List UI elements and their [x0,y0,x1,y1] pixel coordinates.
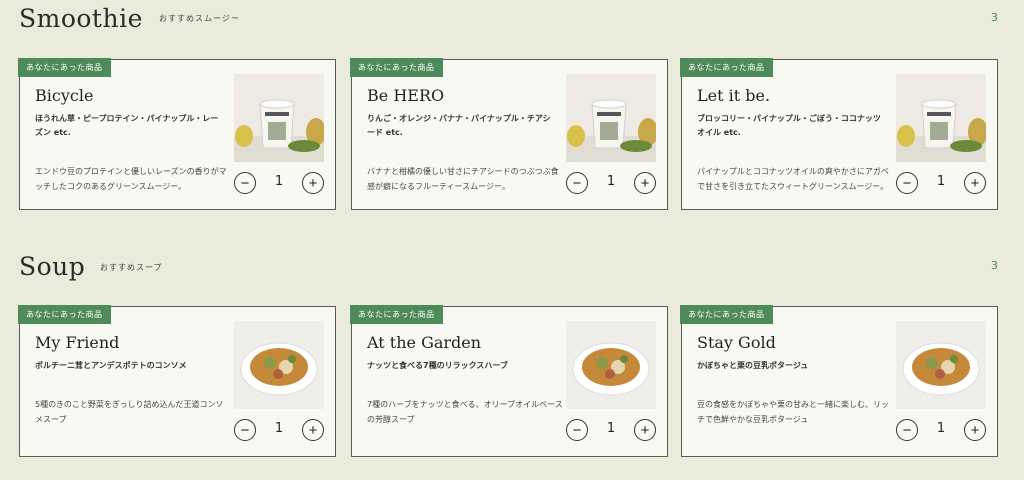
product-image[interactable] [234,321,324,409]
product-ingredients: ほうれん草・ピープロテイン・パイナップル・レーズン etc. [35,114,219,137]
product-description: パイナップルとココナッツオイルの爽やかさにアガベで甘さを引き立てたスウィートグリ… [697,167,889,191]
plus-icon: + [970,174,980,192]
quantity-value: 1 [606,421,616,436]
product-description: エンドウ豆のプロテインと優しいレーズンの香りがマッチしたコクのあるグリーンスムー… [35,167,227,191]
product-ingredients: かぼちゃと栗の豆乳ポタージュ [697,361,809,370]
product-image[interactable] [566,74,656,162]
minus-icon: − [240,174,250,192]
decrease-button[interactable]: − [566,172,588,194]
decrease-button[interactable]: − [234,419,256,441]
quantity-stepper: − 1 + [234,172,324,196]
product-name[interactable]: Let it be. [697,86,770,105]
product-card[interactable]: あなたにあった商品 Be HERO りんご・オレンジ・バナナ・パイナップル・チア… [350,58,668,210]
increase-button[interactable]: + [964,172,986,194]
product-ingredients: ブロッコリー・パイナップル・ごぼう・ココナッツオイル etc. [697,114,881,137]
quantity-stepper: − 1 + [896,172,986,196]
plus-icon: + [308,174,318,192]
increase-button[interactable]: + [302,419,324,441]
plus-icon: + [640,174,650,192]
minus-icon: − [240,421,250,439]
product-description: 5種のきのこと野菜をぎっしり詰め込んだ王道コンソメスープ [35,400,224,424]
increase-button[interactable]: + [302,172,324,194]
decrease-button[interactable]: − [896,419,918,441]
product-name[interactable]: Bicycle [35,86,93,105]
product-image[interactable] [566,321,656,409]
recommended-badge: あなたにあった商品 [350,58,443,77]
product-description: 豆の食感をかぼちゃや栗の甘みと一緒に楽しむ、リッチで色鮮やかな豆乳ポタージュ [697,400,889,424]
product-ingredients: ポルチーニ茸とアンデスポテトのコンソメ [35,361,187,370]
product-image[interactable] [896,74,986,162]
section-title: Soup [19,252,86,281]
recommended-badge: あなたにあった商品 [18,58,111,77]
quantity-value: 1 [274,174,284,189]
quantity-value: 1 [274,421,284,436]
minus-icon: − [572,421,582,439]
quantity-value: 1 [606,174,616,189]
product-ingredients: りんご・オレンジ・バナナ・パイナップル・チアシード etc. [367,114,551,137]
product-card[interactable]: あなたにあった商品 My Friend ポルチーニ茸とアンデスポテトのコンソメ … [18,305,336,457]
product-image[interactable] [234,74,324,162]
recommended-badge: あなたにあった商品 [18,305,111,324]
plus-icon: + [308,421,318,439]
product-card[interactable]: あなたにあった商品 Let it be. ブロッコリー・パイナップル・ごぼう・コ… [680,58,998,210]
decrease-button[interactable]: − [896,172,918,194]
plus-icon: + [640,421,650,439]
increase-button[interactable]: + [964,419,986,441]
minus-icon: − [902,174,912,192]
quantity-value: 1 [936,421,946,436]
increase-button[interactable]: + [634,172,656,194]
quantity-value: 1 [936,174,946,189]
quantity-stepper: − 1 + [896,419,986,443]
product-card[interactable]: あなたにあった商品 Stay Gold かぼちゃと栗の豆乳ポタージュ 豆の食感を… [680,305,998,457]
product-description: バナナと柑橘の優しい甘さにチアシードのつぶつぶ食感が癖になるフルーティースムージ… [367,167,559,191]
decrease-button[interactable]: − [566,419,588,441]
quantity-stepper: − 1 + [234,419,324,443]
product-card[interactable]: あなたにあった商品 Bicycle ほうれん草・ピープロテイン・パイナップル・レ… [18,58,336,210]
decrease-button[interactable]: − [234,172,256,194]
product-name[interactable]: Stay Gold [697,333,776,352]
section-title: Smoothie [19,4,143,33]
section-subtitle: おすすめスープ [100,263,163,272]
recommended-badge: あなたにあった商品 [680,305,773,324]
plus-icon: + [970,421,980,439]
quantity-stepper: − 1 + [566,172,656,196]
product-image[interactable] [896,321,986,409]
product-name[interactable]: Be HERO [367,86,444,105]
product-name[interactable]: At the Garden [367,333,481,352]
section-count[interactable]: 3 [991,259,998,272]
product-description: 7種のハーブをナッツと食べる、オリーブオイルベースの芳醇スープ [367,400,563,424]
product-name[interactable]: My Friend [35,333,119,352]
quantity-stepper: − 1 + [566,419,656,443]
product-card[interactable]: あなたにあった商品 At the Garden ナッツと食べる7種のリラックスハ… [350,305,668,457]
minus-icon: − [902,421,912,439]
recommended-badge: あなたにあった商品 [680,58,773,77]
section-count[interactable]: 3 [991,11,998,24]
increase-button[interactable]: + [634,419,656,441]
recommended-badge: あなたにあった商品 [350,305,443,324]
minus-icon: − [572,174,582,192]
section-subtitle: おすすめスムージー [159,14,240,23]
product-ingredients: ナッツと食べる7種のリラックスハーブ [367,361,508,370]
